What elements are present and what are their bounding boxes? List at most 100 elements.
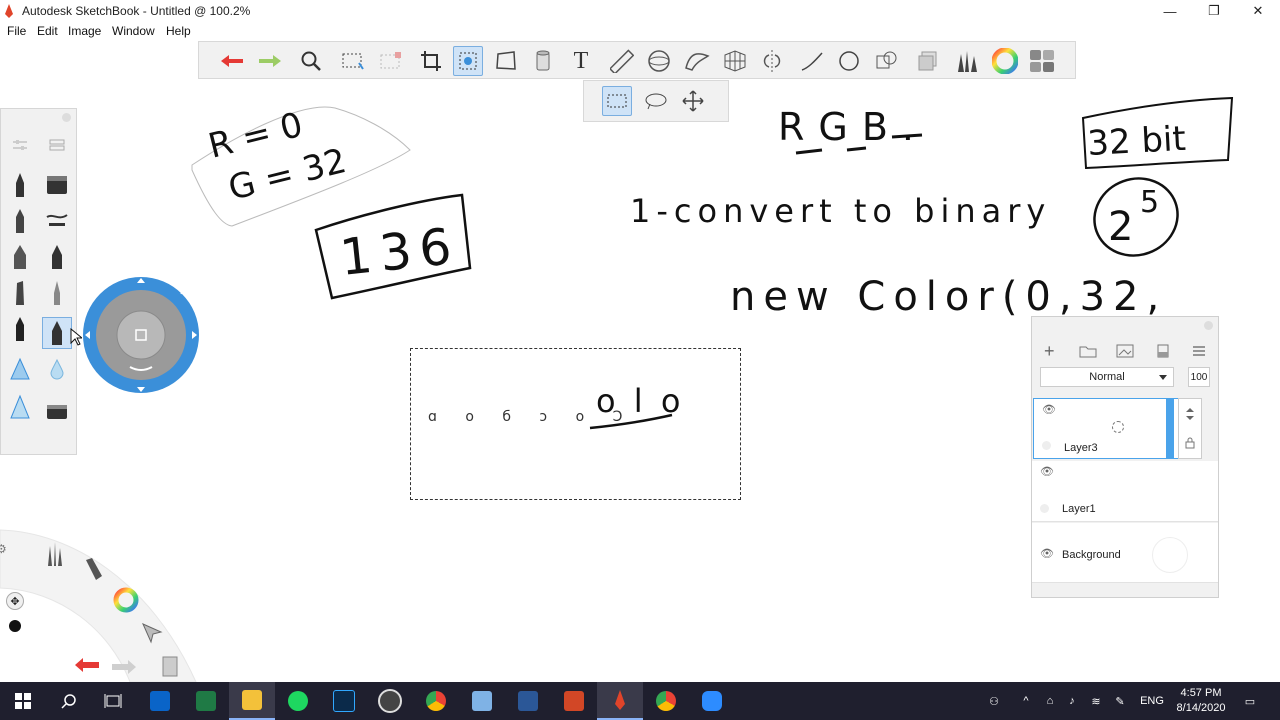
pen-icon[interactable]: ✎ [1110,682,1130,720]
powerpoint-icon[interactable] [551,682,597,720]
triangle-brush-icon[interactable] [5,353,35,385]
select-rect-icon[interactable] [338,46,368,76]
wifi-icon[interactable]: ≋ [1086,682,1106,720]
network-icon[interactable]: ⌂ [1040,682,1060,720]
redo-icon[interactable] [255,46,285,76]
eye-icon[interactable]: 👁 [1042,403,1056,416]
layer-editor-close-icon[interactable] [1204,321,1213,330]
smudge-brush-icon[interactable] [42,205,72,237]
palette-icon[interactable] [1027,46,1057,76]
rectangle-select-icon[interactable] [602,86,632,116]
excel-icon[interactable] [183,682,229,720]
layer-lock-dot[interactable] [1040,504,1049,513]
add-group-icon[interactable] [1079,344,1097,358]
close-button[interactable]: ✕ [1236,0,1280,22]
layer-scroll-indicator[interactable] [1166,398,1174,459]
chisel-brush-icon[interactable] [5,277,35,309]
minimize-button[interactable]: — [1148,0,1192,22]
text-icon[interactable]: T [566,46,596,76]
virtualbox-icon[interactable] [459,682,505,720]
lagoon-select-icon[interactable] [141,622,163,644]
spotify-icon[interactable] [275,682,321,720]
volume-icon[interactable]: ♪ [1062,682,1082,720]
brushes-icon[interactable] [951,46,981,76]
blend-mode-dropdown[interactable]: Normal [1040,367,1174,387]
shape-icon[interactable] [834,46,864,76]
start-icon[interactable] [0,682,46,720]
word-icon[interactable] [505,682,551,720]
clock[interactable]: 4:57 PM 8/14/2020 [1168,686,1234,716]
lagoon-redo-icon[interactable] [110,658,138,676]
file-explorer-icon[interactable] [229,682,275,720]
stroke-icon[interactable] [797,46,827,76]
add-image-icon[interactable] [1116,344,1134,358]
brush-settings-icon[interactable] [5,129,35,161]
select-lasso-icon[interactable] [376,46,406,76]
undo-icon[interactable] [217,46,247,76]
chrome-2-icon[interactable] [643,682,689,720]
reorder-icon[interactable] [1184,407,1196,421]
opacity-field[interactable]: 100 [1188,367,1210,387]
water-drop-brush-icon[interactable] [42,353,72,385]
lagoon-settings-icon[interactable]: ⚙ [0,542,7,556]
background-color-swatch[interactable] [1152,537,1188,573]
crop-icon[interactable] [416,46,446,76]
sketchbook-taskbar-icon[interactable] [597,682,643,720]
menu-help[interactable]: Help [166,24,191,38]
menu-file[interactable]: File [7,24,26,38]
selection-marquee[interactable] [410,348,741,500]
task-view-icon[interactable] [90,682,136,720]
menu-image[interactable]: Image [68,24,101,38]
layer-lock-dot[interactable] [1042,441,1051,450]
search-icon[interactable] [46,682,92,720]
eye-icon[interactable]: 👁 [1040,547,1054,560]
lagoon-color-wheel-icon[interactable] [112,586,140,614]
media-player-icon[interactable] [367,682,413,720]
chrome-icon[interactable] [413,682,459,720]
photoshop-icon[interactable] [321,682,367,720]
maximize-button[interactable]: ❐ [1192,0,1236,22]
people-icon[interactable]: ⚇ [982,682,1006,720]
layer-row-background[interactable]: 👁 Background [1032,523,1218,583]
pencil-brush-icon[interactable] [5,169,35,201]
move-icon[interactable] [678,86,708,116]
lock-icon[interactable] [1184,437,1196,449]
symmetry-icon[interactable] [757,46,787,76]
lasso-select-icon[interactable] [641,86,671,116]
tray-chevron-up-icon[interactable]: ^ [1016,682,1036,720]
lagoon-brushes-icon[interactable] [44,540,66,568]
perspective-icon[interactable] [720,46,750,76]
brush-library-icon[interactable] [42,129,72,161]
marker-brush-icon[interactable] [5,241,35,273]
menu-edit[interactable]: Edit [37,24,58,38]
ruler-icon[interactable] [607,46,637,76]
layer-row-layer3[interactable]: 👁 Layer3 [1033,398,1202,459]
eye-icon[interactable]: 👁 [1040,465,1054,478]
menu-window[interactable]: Window [112,24,155,38]
french-curve-icon[interactable] [682,46,712,76]
fountain-brush-icon[interactable] [5,391,35,423]
merge-layer-icon[interactable] [1156,344,1170,358]
ballpoint-brush-icon[interactable] [5,313,35,345]
airbrush-icon[interactable] [42,277,72,309]
lagoon-clear-icon[interactable] [160,654,180,678]
inking-pen-brush-icon[interactable] [42,317,72,349]
mail-icon[interactable] [137,682,183,720]
color-wheel-icon[interactable] [990,46,1020,76]
brush-puck[interactable]: ✕ [83,275,201,393]
layer-menu-icon[interactable] [1192,345,1206,357]
fill-icon[interactable] [528,46,558,76]
puck-close-icon[interactable]: ✕ [179,285,188,298]
transform-icon[interactable] [453,46,483,76]
lagoon-move-icon[interactable]: ✥ [6,592,24,610]
notifications-icon[interactable]: ▭ [1238,682,1262,720]
eraser-brush-icon[interactable] [42,169,72,201]
add-layer-icon[interactable]: + [1044,341,1055,362]
distort-icon[interactable] [491,46,521,76]
palette-close-icon[interactable] [62,113,71,122]
copy-paste-icon[interactable] [872,46,902,76]
current-color-swatch[interactable] [9,620,21,632]
zoom-icon[interactable] [296,46,326,76]
felt-brush-icon[interactable] [42,241,72,273]
language-indicator[interactable]: ENG [1136,682,1168,720]
